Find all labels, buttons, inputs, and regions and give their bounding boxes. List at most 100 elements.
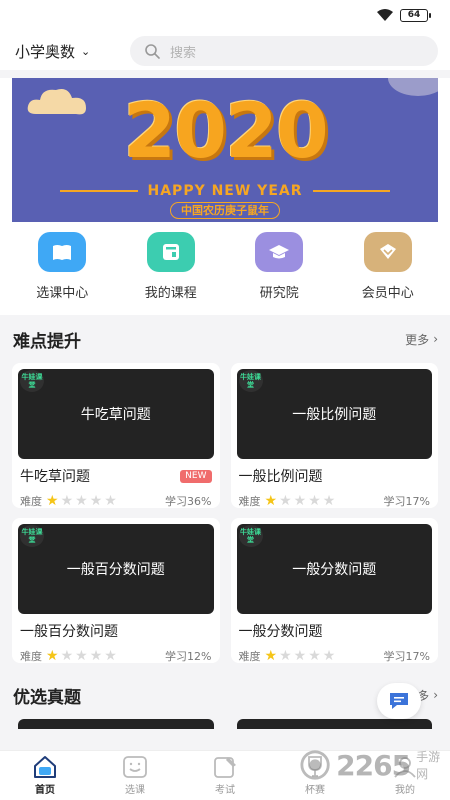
section-title: 优选真题 [13, 687, 81, 708]
star-icon: ★ [89, 648, 103, 664]
home-icon [34, 756, 56, 778]
exam-icon [214, 757, 236, 778]
study-progress: 学习17% [383, 495, 430, 508]
study-progress: 学习12% [165, 650, 212, 663]
thumb-title: 一般分数问题 [292, 562, 377, 578]
more-link[interactable]: 更多 › [405, 331, 438, 348]
course-card[interactable]: 牛娃课堂 一般分数问题 一般分数问题 难度 ★ ★ ★ ★ ★ 学习17% [230, 518, 438, 664]
course-meta: 难度 ★ ★ ★ ★ ★ 学习36% [18, 493, 214, 509]
difficulty: 难度 ★ ★ ★ ★ ★ [239, 648, 336, 664]
course-card-icon [146, 232, 195, 272]
divider [312, 190, 390, 192]
tab-label: 我的 [395, 785, 415, 796]
difficulty-label: 难度 [238, 495, 261, 508]
star-icon: ★ [279, 648, 292, 664]
quick-nav-my-courses[interactable]: 我的课程 [121, 232, 221, 301]
chevron-right-icon: › [433, 688, 438, 702]
star-icon: ★ [308, 648, 321, 664]
difficulty-stars: ★ ★ ★ ★ ★ [265, 649, 336, 663]
difficulty-label: 难度 [238, 650, 261, 663]
star-icon: ★ [89, 493, 103, 509]
star-icon: ★ [60, 493, 74, 509]
tab-profile[interactable]: 我的 [360, 751, 450, 800]
search-input[interactable]: 搜索 [130, 36, 438, 66]
difficulty: 难度 ★ ★ ★ ★ ★ [20, 648, 117, 664]
quick-nav-label: 选课中心 [36, 286, 89, 301]
banner-subtitle: 中国农历庚子鼠年 [170, 202, 280, 219]
star-icon: ★ [279, 493, 292, 509]
star-icon: ★ [308, 493, 321, 509]
course-thumbnail: 牛娃课堂 一般比例问题 [236, 369, 432, 459]
quick-nav-research[interactable]: 研究院 [229, 232, 329, 301]
course-meta: 难度 ★ ★ ★ ★ ★ 学习17% [237, 493, 433, 509]
course-title: 牛吃草问题 [20, 469, 90, 485]
course-meta: 难度 ★ ★ ★ ★ ★ 学习12% [18, 648, 214, 664]
search-icon [145, 44, 160, 59]
quick-nav-vip[interactable]: 会员中心 [338, 232, 438, 301]
star-icon: ★ [46, 648, 59, 664]
star-icon: ★ [104, 493, 117, 509]
quick-nav-course-center[interactable]: 选课中心 [12, 232, 112, 301]
grade-selector[interactable]: 小学奥数 ⌄ [15, 41, 130, 62]
status-bar: 64 [0, 0, 450, 32]
brand-logo: 牛娃课堂 [20, 525, 44, 547]
profile-icon [394, 757, 416, 778]
tab-home[interactable]: 首页 [0, 751, 90, 800]
star-icon: ★ [322, 493, 336, 509]
battery-icon: 64 [400, 8, 431, 22]
course-card[interactable] [236, 719, 432, 729]
section-header-difficult: 难点提升 更多 › [0, 315, 450, 363]
course-title-row: 一般分数问题 [237, 621, 433, 641]
tab-select-course[interactable]: 选课 [90, 751, 180, 800]
course-title: 一般百分数问题 [20, 624, 118, 640]
bottom-tab-bar: 首页 选课 考试 杯赛 我的 [0, 750, 450, 800]
star-icon: ★ [104, 648, 117, 664]
course-meta: 难度 ★ ★ ★ ★ ★ 学习17% [237, 648, 433, 664]
banner-greeting: HAPPY NEW YEAR [147, 183, 303, 199]
course-card[interactable] [18, 719, 214, 729]
star-icon: ★ [293, 493, 307, 509]
star-icon: ★ [46, 493, 59, 509]
section-title: 难点提升 [13, 331, 81, 352]
brand-logo: 牛娃课堂 [20, 370, 44, 392]
thumb-title: 牛吃草问题 [80, 407, 151, 423]
book-icon [38, 232, 87, 272]
star-icon: ★ [60, 648, 74, 664]
course-card[interactable]: 牛娃课堂 牛吃草问题 牛吃草问题 NEW 难度 ★ ★ ★ ★ ★ 学习36% [12, 363, 220, 508]
new-badge: NEW [180, 469, 212, 483]
chevron-down-icon: ⌄ [81, 44, 91, 58]
course-title-row: 牛吃草问题 NEW [18, 466, 214, 486]
selected-course-grid [0, 719, 450, 729]
course-title: 一般比例问题 [238, 469, 323, 485]
chat-button[interactable] [377, 683, 421, 719]
course-card[interactable]: 牛娃课堂 一般比例问题 一般比例问题 难度 ★ ★ ★ ★ ★ 学习17% [230, 363, 438, 509]
tab-label: 杯赛 [305, 785, 325, 796]
tab-cup-contest[interactable]: 杯赛 [270, 751, 360, 800]
quick-nav: 选课中心 我的课程 研究院 会员中心 [0, 222, 450, 301]
chat-icon [390, 693, 408, 709]
thumb-title: 一般比例问题 [292, 407, 377, 423]
banner-year: 2020 [123, 86, 329, 175]
difficulty-label: 难度 [20, 495, 42, 508]
difficulty: 难度 ★ ★ ★ ★ ★ [20, 493, 117, 509]
banner-greeting-row: HAPPY NEW YEAR [60, 183, 390, 199]
course-grid: 牛娃课堂 牛吃草问题 牛吃草问题 NEW 难度 ★ ★ ★ ★ ★ 学习36% 牛娃课堂… [0, 363, 450, 663]
promo-banner[interactable]: 2020 HAPPY NEW YEAR 中国农历庚子鼠年 [12, 78, 438, 222]
difficulty-stars: ★ ★ ★ ★ ★ [46, 649, 117, 663]
quick-nav-label: 我的课程 [144, 286, 197, 301]
top-bar: 小学奥数 ⌄ 搜索 [0, 32, 450, 70]
tab-label: 首页 [35, 785, 55, 796]
course-thumbnail: 牛娃课堂 一般百分数问题 [18, 524, 214, 614]
chevron-right-icon: › [433, 332, 438, 346]
star-icon: ★ [322, 648, 336, 664]
course-thumbnail: 牛娃课堂 牛吃草问题 [18, 369, 214, 459]
star-icon: ★ [75, 648, 88, 664]
quick-nav-label: 研究院 [259, 286, 299, 301]
course-title: 一般分数问题 [238, 624, 323, 640]
tab-exam[interactable]: 考试 [180, 751, 270, 800]
more-label: 更多 [405, 332, 430, 347]
search-placeholder: 搜索 [170, 45, 197, 61]
study-progress: 学习36% [165, 495, 212, 508]
star-icon: ★ [264, 493, 278, 509]
course-card[interactable]: 牛娃课堂 一般百分数问题 一般百分数问题 难度 ★ ★ ★ ★ ★ 学习12% [12, 518, 220, 663]
